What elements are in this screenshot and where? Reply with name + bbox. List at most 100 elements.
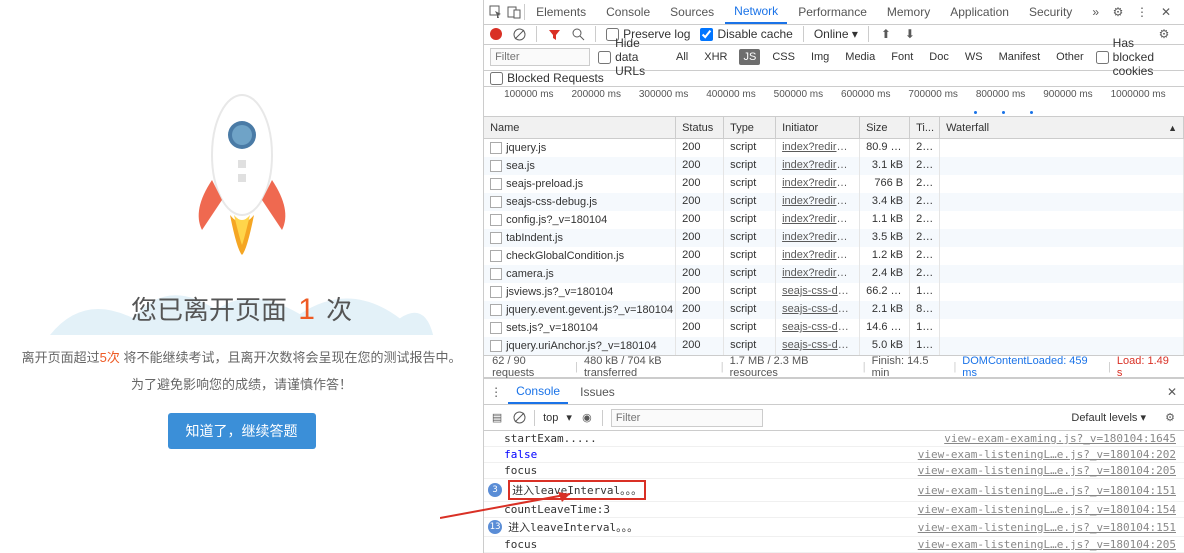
col-initiator[interactable]: Initiator <box>776 117 860 138</box>
filter-input[interactable] <box>490 48 590 66</box>
search-icon[interactable] <box>571 27 585 41</box>
table-row[interactable]: checkGlobalCondition.js200scriptindex?re… <box>484 247 1184 265</box>
source-link[interactable]: view-exam-listeningL…e.js?_v=180104:202 <box>918 448 1176 461</box>
file-icon <box>490 304 502 316</box>
source-link[interactable]: view-exam-listeningL…e.js?_v=180104:151 <box>918 484 1176 497</box>
drawer-tab-issues[interactable]: Issues <box>572 381 623 403</box>
filter-icon[interactable] <box>547 27 561 41</box>
close-icon[interactable]: ✕ <box>1158 4 1174 20</box>
tab-application[interactable]: Application <box>941 1 1018 23</box>
col-time[interactable]: Ti... <box>910 117 940 138</box>
table-body[interactable]: jquery.js200scriptindex?redirect=0...80.… <box>484 139 1184 355</box>
tab-performance[interactable]: Performance <box>789 1 876 23</box>
file-icon <box>490 286 502 298</box>
type-font[interactable]: Font <box>887 49 917 65</box>
drawer-tab-console[interactable]: Console <box>508 380 568 404</box>
table-row[interactable]: jsviews.js?_v=180104200scriptseajs-css-d… <box>484 283 1184 301</box>
type-ws[interactable]: WS <box>961 49 987 65</box>
filter-bar: Hide data URLs All XHR JS CSS Img Media … <box>484 45 1184 71</box>
summary-load: Load: 1.49 s <box>1117 355 1176 379</box>
source-link[interactable]: view-exam-listeningL…e.js?_v=180104:205 <box>918 464 1176 477</box>
console-body[interactable]: startExam.....view-exam-examing.js?_v=18… <box>484 431 1184 553</box>
eye-icon[interactable]: ◉ <box>580 411 594 425</box>
console-sidebar-icon[interactable]: ▤ <box>490 411 504 425</box>
table-row[interactable]: camera.js200scriptindex?redirect=0...2.4… <box>484 265 1184 283</box>
clear-icon[interactable] <box>512 27 526 41</box>
annotation-arrow <box>440 490 580 520</box>
type-img[interactable]: Img <box>807 49 833 65</box>
console-line[interactable]: focusview-exam-listeningL…e.js?_v=180104… <box>484 537 1184 553</box>
blocked-requests-row: Blocked Requests <box>484 71 1184 88</box>
record-button[interactable] <box>490 28 502 40</box>
title-pre: 您已离开页面 <box>131 295 294 325</box>
table-row[interactable]: seajs-css-debug.js200scriptindex?redirec… <box>484 193 1184 211</box>
table-row[interactable]: jquery.event.gevent.js?_v=180104200scrip… <box>484 301 1184 319</box>
console-line[interactable]: countLeaveTime:3view-exam-listeningL…e.j… <box>484 502 1184 518</box>
type-js[interactable]: JS <box>739 49 760 65</box>
kebab-icon[interactable]: ⋮ <box>1134 4 1150 20</box>
file-icon <box>490 250 502 262</box>
page-title: 您已离开页面 1 次 <box>0 290 483 327</box>
table-row[interactable]: seajs-preload.js200scriptindex?redirect=… <box>484 175 1184 193</box>
context-select[interactable]: top <box>543 412 558 424</box>
tab-sources[interactable]: Sources <box>661 1 723 23</box>
blocked-req-checkbox[interactable] <box>490 72 503 85</box>
table-row[interactable]: config.js?_v=180104200scriptindex?redire… <box>484 211 1184 229</box>
source-link[interactable]: view-exam-listeningL…e.js?_v=180104:205 <box>918 538 1176 551</box>
leave-count: 1 <box>298 293 315 326</box>
source-link[interactable]: view-exam-listeningL…e.js?_v=180104:154 <box>918 503 1176 516</box>
table-row[interactable]: jquery.js200scriptindex?redirect=0...80.… <box>484 139 1184 157</box>
source-link[interactable]: view-exam-examing.js?_v=180104:1645 <box>944 432 1176 445</box>
download-icon[interactable]: ⬇ <box>903 27 917 41</box>
console-line[interactable]: focusview-exam-listeningL…e.js?_v=180104… <box>484 463 1184 479</box>
table-row[interactable]: tabIndent.js200scriptindex?redirect=0...… <box>484 229 1184 247</box>
table-row[interactable]: sets.js?_v=180104200scriptseajs-css-debu… <box>484 319 1184 337</box>
upload-icon[interactable]: ⬆ <box>879 27 893 41</box>
source-link[interactable]: view-exam-listeningL…e.js?_v=180104:151 <box>918 521 1176 534</box>
timeline-overview[interactable]: 100000 ms200000 ms300000 ms400000 ms5000… <box>484 87 1184 117</box>
console-toolbar: ▤ top ▾ ◉ Default levels ▾ ⚙ <box>484 405 1184 431</box>
type-manifest[interactable]: Manifest <box>995 49 1045 65</box>
inspect-icon[interactable] <box>488 4 504 20</box>
console-gear-icon[interactable]: ⚙ <box>1162 410 1178 426</box>
console-filter-input[interactable] <box>611 409 763 427</box>
console-line[interactable]: 3进入leaveInterval。。。view-exam-listeningL…… <box>484 479 1184 502</box>
tab-security[interactable]: Security <box>1020 1 1081 23</box>
summary-transferred: 480 kB / 704 kB transferred <box>584 355 715 379</box>
rocket-illustration <box>182 80 302 260</box>
type-other[interactable]: Other <box>1052 49 1088 65</box>
console-line[interactable]: 13进入leaveInterval。。。view-exam-listeningL… <box>484 518 1184 537</box>
continue-button[interactable]: 知道了，继续答题 <box>168 413 316 449</box>
console-line[interactable]: startExam.....view-exam-examing.js?_v=18… <box>484 431 1184 447</box>
tab-elements[interactable]: Elements <box>527 1 595 23</box>
device-icon[interactable] <box>506 4 522 20</box>
type-media[interactable]: Media <box>841 49 879 65</box>
drawer-close-icon[interactable]: ✕ <box>1164 384 1180 400</box>
table-row[interactable]: sea.js200scriptindex?redirect=0...3.1 kB… <box>484 157 1184 175</box>
throttle-select[interactable]: Online ▾ <box>814 27 858 41</box>
disable-cache-checkbox[interactable]: Disable cache <box>700 27 792 41</box>
tab-network[interactable]: Network <box>725 0 787 24</box>
levels-select[interactable]: Default levels ▾ <box>1071 411 1146 424</box>
drawer-tabs: ⋮ Console Issues ✕ <box>484 379 1184 405</box>
summary-resources: 1.7 MB / 2.3 MB resources <box>730 355 857 379</box>
gear-icon[interactable]: ⚙ <box>1110 4 1126 20</box>
type-css[interactable]: CSS <box>768 49 799 65</box>
type-all[interactable]: All <box>672 49 692 65</box>
col-type[interactable]: Type <box>724 117 776 138</box>
console-clear-icon[interactable] <box>512 411 526 425</box>
drawer-kebab-icon[interactable]: ⋮ <box>488 384 504 400</box>
type-xhr[interactable]: XHR <box>700 49 731 65</box>
tab-memory[interactable]: Memory <box>878 1 939 23</box>
col-name[interactable]: Name <box>484 117 676 138</box>
col-size[interactable]: Size <box>860 117 910 138</box>
col-waterfall[interactable]: Waterfall▲ <box>940 117 1184 138</box>
summary-dcl: DOMContentLoaded: 459 ms <box>962 355 1102 379</box>
tab-console[interactable]: Console <box>597 1 659 23</box>
type-doc[interactable]: Doc <box>925 49 953 65</box>
network-toolbar: Preserve log Disable cache Online ▾ ⬆ ⬇ … <box>484 25 1184 45</box>
console-line[interactable]: falseview-exam-listeningL…e.js?_v=180104… <box>484 447 1184 463</box>
table-row[interactable]: jquery.uriAnchor.js?_v=180104200scriptse… <box>484 337 1184 355</box>
tab-more[interactable]: » <box>1083 1 1108 23</box>
col-status[interactable]: Status <box>676 117 724 138</box>
